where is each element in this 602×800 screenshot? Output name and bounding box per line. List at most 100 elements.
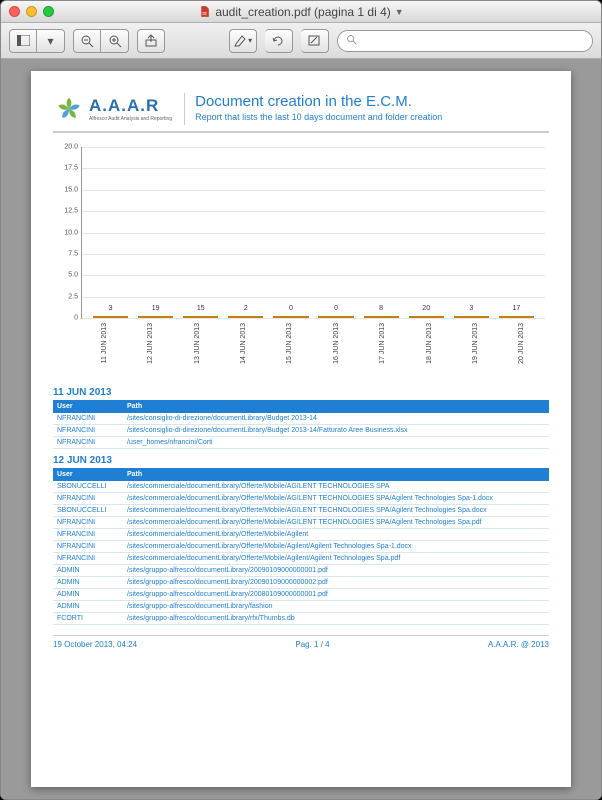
chart-x-tick: 16 JUN 2013: [313, 319, 359, 373]
table-row: NFRANCINI/sites/consiglio-di-direzione/d…: [53, 425, 549, 437]
audit-table: UserPathNFRANCINI/sites/consiglio-di-dir…: [53, 400, 549, 449]
cell-path: /sites/gruppo-alfresco/documentLibrary/f…: [123, 601, 549, 613]
highlight-button[interactable]: ▾: [229, 29, 257, 53]
chart-y-tick: 10.0: [56, 229, 78, 236]
table-row: NFRANCINI/sites/consiglio-di-direzione/d…: [53, 413, 549, 425]
chart-x-tick: 17 JUN 2013: [359, 319, 405, 373]
chart-bar: 15: [178, 316, 223, 318]
cell-user: ADMIN: [53, 565, 123, 577]
chart-bar: 0: [268, 316, 313, 318]
cell-path: /sites/gruppo-alfresco/documentLibrary/2…: [123, 577, 549, 589]
cell-path: /user_homes/nfrancini/Corti: [123, 437, 549, 449]
sidebar-menu-button[interactable]: ▾: [37, 29, 65, 53]
chart-x-tick: 20 JUN 2013: [499, 319, 545, 373]
cell-path: /sites/commerciale/documentLibrary/Offer…: [123, 529, 549, 541]
chart-bar: 19: [133, 316, 178, 318]
rotate-button[interactable]: [265, 29, 293, 53]
chart-x-tick: 15 JUN 2013: [267, 319, 313, 373]
chart-x-tick: 12 JUN 2013: [127, 319, 173, 373]
search-field[interactable]: [337, 30, 593, 52]
chart-y-tick: 17.5: [56, 165, 78, 172]
cell-user: NFRANCINI: [53, 425, 123, 437]
title-dropdown-icon[interactable]: ▼: [395, 7, 404, 17]
document-subtitle: Report that lists the last 10 days docum…: [195, 112, 442, 122]
chart-bar-value: 8: [379, 305, 383, 317]
chart-bar: 8: [359, 316, 404, 318]
cell-path: /sites/commerciale/documentLibrary/Offer…: [123, 517, 549, 529]
cell-path: /sites/gruppo-alfresco/documentLibrary/r…: [123, 613, 549, 625]
window-title: audit_creation.pdf (pagina 1 di 4) ▼: [1, 5, 601, 19]
chart-x-tick: 14 JUN 2013: [220, 319, 266, 373]
cell-user: ADMIN: [53, 601, 123, 613]
chart-bar-value: 19: [152, 305, 160, 316]
section-heading: 11 JUN 2013: [53, 387, 549, 398]
cell-user: NFRANCINI: [53, 541, 123, 553]
cell-user: ADMIN: [53, 577, 123, 589]
cell-user: NFRANCINI: [53, 553, 123, 565]
cell-path: /sites/commerciale/documentLibrary/Offer…: [123, 541, 549, 553]
table-header-cell: User: [53, 400, 123, 413]
cell-user: NFRANCINI: [53, 493, 123, 505]
table-row: NFRANCINI/sites/commerciale/documentLibr…: [53, 529, 549, 541]
chart-bar: 0: [313, 316, 358, 318]
chart-bar-value: 0: [289, 305, 293, 318]
cell-path: /sites/commerciale/documentLibrary/Offer…: [123, 493, 549, 505]
audit-table: UserPathSBONUCCELLI/sites/commerciale/do…: [53, 468, 549, 625]
chart-y-tick: 0: [56, 315, 78, 322]
chart-bar-value: 17: [512, 305, 520, 316]
cell-path: /sites/commerciale/documentLibrary/Offer…: [123, 505, 549, 517]
chart-bar: 17: [494, 316, 539, 318]
chart-x-tick: 11 JUN 2013: [81, 319, 127, 373]
cell-path: /sites/gruppo-alfresco/documentLibrary/2…: [123, 589, 549, 601]
cell-user: NFRANCINI: [53, 529, 123, 541]
titlebar[interactable]: audit_creation.pdf (pagina 1 di 4) ▼: [1, 1, 601, 23]
logo: A.A.A.R Alfresco Audit Analysis and Repo…: [53, 93, 172, 125]
pdf-page: A.A.A.R Alfresco Audit Analysis and Repo…: [31, 71, 571, 787]
share-button[interactable]: [137, 29, 165, 53]
cell-path: /sites/gruppo-alfresco/documentLibrary/2…: [123, 565, 549, 577]
cell-user: FCORTI: [53, 613, 123, 625]
chart-bar: 3: [88, 316, 133, 318]
markup-button[interactable]: [301, 29, 329, 53]
cell-path: /sites/consiglio-di-direzione/documentLi…: [123, 413, 549, 425]
chart-bar: 20: [404, 316, 449, 318]
chart-bar-value: 0: [334, 305, 338, 318]
table-row: SBONUCCELLI/sites/commerciale/documentLi…: [53, 505, 549, 517]
chart-bar: 3: [449, 316, 494, 318]
search-input[interactable]: [361, 35, 584, 47]
pdf-file-icon: [198, 5, 211, 18]
zoom-in-button[interactable]: [101, 29, 129, 53]
footer-page-number: Pag. 1 / 4: [295, 640, 329, 649]
table-row: SBONUCCELLI/sites/commerciale/documentLi…: [53, 481, 549, 493]
table-row: ADMIN/sites/gruppo-alfresco/documentLibr…: [53, 565, 549, 577]
cell-user: NFRANCINI: [53, 437, 123, 449]
chart-bar-value: 2: [244, 305, 248, 318]
zoom-out-button[interactable]: [73, 29, 101, 53]
page-footer: 19 October 2013, 04:24 Pag. 1 / 4 A.A.A.…: [53, 635, 549, 649]
section-heading: 12 JUN 2013: [53, 455, 549, 466]
footer-timestamp: 19 October 2013, 04:24: [53, 640, 137, 649]
cell-user: ADMIN: [53, 589, 123, 601]
aaar-logo-icon: [53, 93, 85, 125]
chart-bar-value: 3: [109, 305, 113, 318]
cell-user: SBONUCCELLI: [53, 481, 123, 493]
logo-subtext: Alfresco Audit Analysis and Reporting: [89, 116, 172, 122]
search-icon: [346, 34, 357, 48]
sidebar-toggle-button[interactable]: [9, 29, 37, 53]
document-viewport[interactable]: A.A.A.R Alfresco Audit Analysis and Repo…: [1, 59, 601, 799]
table-header-cell: User: [53, 468, 123, 481]
table-row: ADMIN/sites/gruppo-alfresco/documentLibr…: [53, 589, 549, 601]
table-row: NFRANCINI/user_homes/nfrancini/Corti: [53, 437, 549, 449]
chart-x-tick: 13 JUN 2013: [174, 319, 220, 373]
footer-copyright: A.A.A.R. @ 2013: [488, 640, 549, 649]
chart-y-tick: 12.5: [56, 208, 78, 215]
chart-x-tick: 18 JUN 2013: [406, 319, 452, 373]
document-title: Document creation in the E.C.M.: [195, 93, 442, 110]
table-row: NFRANCINI/sites/commerciale/documentLibr…: [53, 493, 549, 505]
chart-x-tick: 19 JUN 2013: [452, 319, 498, 373]
table-row: FCORTI/sites/gruppo-alfresco/documentLib…: [53, 613, 549, 625]
table-header-cell: Path: [123, 468, 549, 481]
window-title-text: audit_creation.pdf (pagina 1 di 4): [215, 5, 390, 19]
cell-path: /sites/commerciale/documentLibrary/Offer…: [123, 481, 549, 493]
chart-y-tick: 20.0: [56, 144, 78, 151]
